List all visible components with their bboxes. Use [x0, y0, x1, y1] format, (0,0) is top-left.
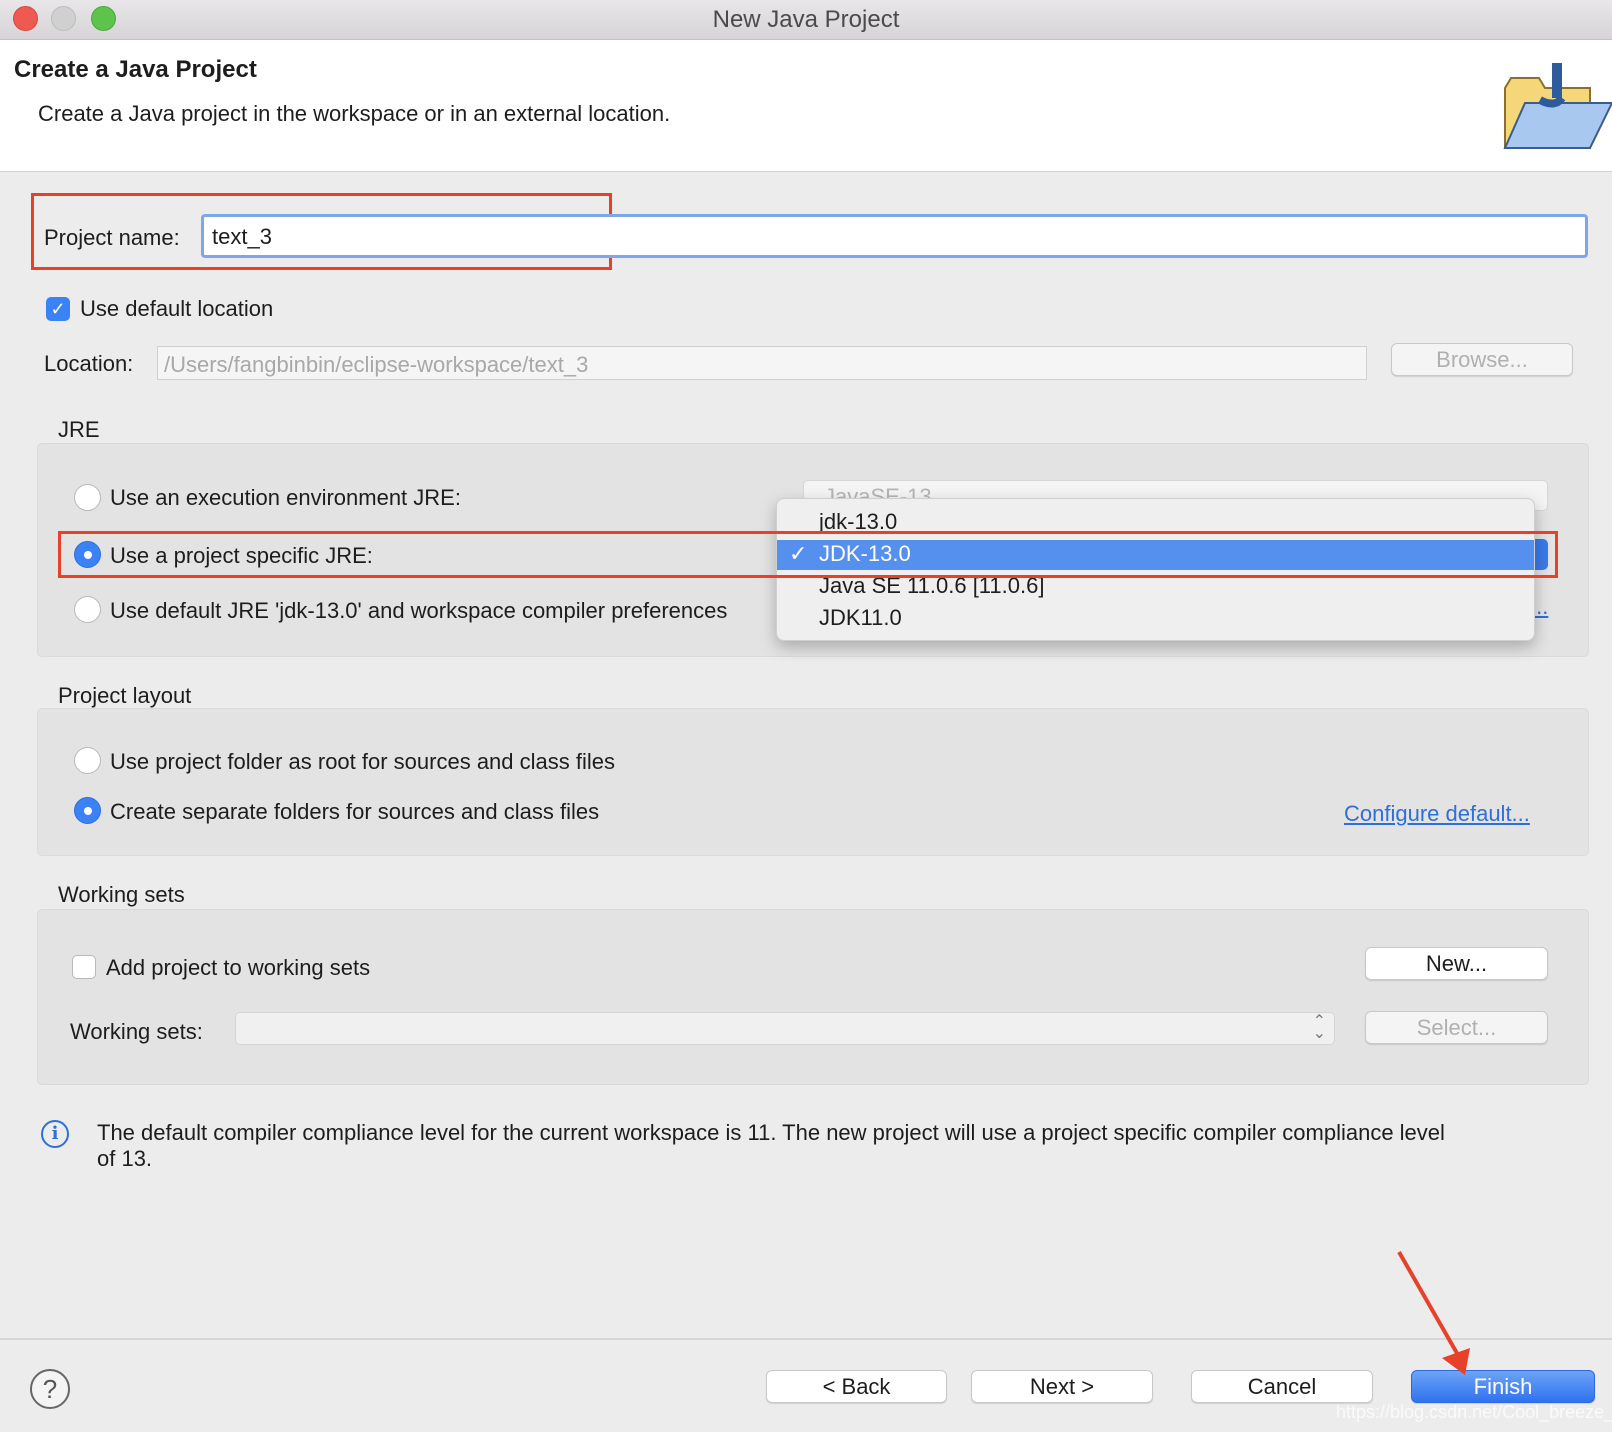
execution-env-label: Use an execution environment JRE:	[110, 485, 461, 510]
project-layout-group	[37, 708, 1589, 856]
working-sets-select[interactable]: ⌃ ⌄	[235, 1012, 1335, 1045]
info-line-1: The default compiler compliance level fo…	[97, 1120, 1445, 1145]
annotation-box-jre	[58, 531, 1558, 578]
watermark: https://blog.csdn.net/Cool_breeze_bin	[1336, 1402, 1612, 1422]
window-title: New Java Project	[712, 6, 900, 33]
use-default-location-label: Use default location	[80, 296, 274, 321]
page-title: Create a Java Project	[14, 56, 257, 83]
location-input[interactable]: /Users/fangbinbin/eclipse-workspace/text…	[157, 346, 1367, 380]
info-message: The default compiler compliance level fo…	[97, 1120, 1567, 1172]
location-label: Location:	[44, 351, 134, 376]
back-button[interactable]: < Back	[766, 1370, 947, 1403]
project-root-radio[interactable]	[74, 747, 101, 774]
help-button[interactable]: ?	[30, 1369, 70, 1409]
cancel-button[interactable]: Cancel	[1191, 1370, 1373, 1403]
add-working-sets-label: Add project to working sets	[106, 955, 371, 980]
project-root-label: Use project folder as root for sources a…	[110, 749, 616, 774]
use-default-location-checkbox[interactable]: ✓	[46, 297, 70, 321]
execution-env-radio[interactable]	[74, 484, 101, 511]
browse-button[interactable]: Browse...	[1391, 343, 1573, 376]
working-sets-title: Working sets	[58, 882, 185, 907]
new-working-set-button[interactable]: New...	[1365, 947, 1548, 980]
page-subtitle: Create a Java project in the workspace o…	[38, 101, 671, 126]
java-project-folder-icon	[1503, 63, 1612, 149]
dropdown-item[interactable]: JDK11.0	[819, 605, 902, 631]
configure-default-link[interactable]: Configure default...	[1344, 801, 1530, 827]
annotation-arrow	[1397, 1251, 1470, 1375]
separate-folders-label: Create separate folders for sources and …	[110, 799, 600, 824]
working-sets-group	[37, 909, 1589, 1085]
project-name-value: text_3	[212, 224, 272, 249]
project-name-input[interactable]: text_3	[201, 214, 1588, 258]
select-working-sets-button[interactable]: Select...	[1365, 1011, 1548, 1044]
info-line-2: of 13.	[97, 1146, 153, 1171]
next-button[interactable]: Next >	[971, 1370, 1153, 1403]
project-layout-title: Project layout	[58, 683, 192, 708]
default-jre-label: Use default JRE 'jdk-13.0' and workspace…	[110, 598, 728, 623]
footer-divider	[0, 1338, 1612, 1340]
working-sets-label: Working sets:	[70, 1019, 203, 1044]
info-icon: i	[41, 1120, 69, 1148]
default-jre-radio[interactable]	[74, 596, 101, 623]
separate-folders-radio[interactable]	[74, 797, 101, 824]
jre-group-title: JRE	[58, 417, 100, 442]
add-working-sets-checkbox[interactable]	[72, 955, 96, 979]
project-name-label: Project name:	[44, 225, 180, 250]
up-down-chevron-icon: ⌃ ⌄	[1312, 1013, 1326, 1042]
